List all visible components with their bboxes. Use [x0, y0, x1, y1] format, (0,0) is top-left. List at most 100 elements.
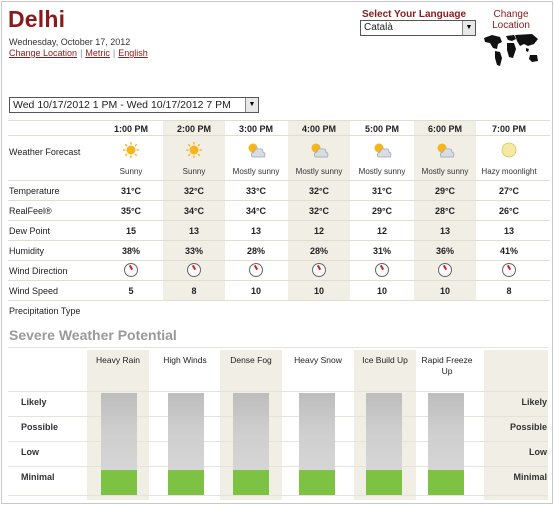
humidity-value: 31% — [372, 246, 391, 256]
dewpoint-value: 12 — [376, 226, 387, 236]
temperature-value: 31°C — [120, 186, 142, 196]
condition-text: Mostly sunny — [295, 167, 343, 176]
severe-weather-title: Severe Weather Potential — [9, 327, 177, 343]
wind-speed-value: 10 — [376, 286, 387, 296]
condition-text: Mostly sunny — [421, 167, 469, 176]
row-label-weather: Weather Forecast — [9, 147, 81, 157]
wind-direction-icon — [249, 263, 263, 277]
link-separator: | — [80, 48, 83, 58]
dropdown-arrow-icon[interactable]: ▼ — [245, 98, 258, 112]
time-header: 2:00 PM — [176, 124, 211, 134]
wind-speed-value: 10 — [439, 286, 450, 296]
row-label-temperature: Temperature — [9, 186, 60, 196]
time-header: 6:00 PM — [427, 124, 462, 134]
wind-direction-icon — [312, 263, 326, 277]
wind-direction-icon — [438, 263, 452, 277]
wind-direction-icon — [502, 263, 516, 277]
wind-speed-value: 5 — [128, 286, 134, 296]
severe-category-header: Dense Fog — [230, 355, 272, 365]
partly-sunny-icon — [437, 143, 455, 158]
realfeel-value: 29°C — [371, 206, 393, 216]
sun-icon — [123, 142, 139, 158]
condition-text: Mostly sunny — [232, 167, 280, 176]
level-label-minimal: Minimal — [21, 472, 55, 482]
level-label-low: Low — [21, 447, 39, 457]
weather-widget: Delhi Wednesday, October 17, 2012 Change… — [1, 1, 553, 504]
condition-text: Mostly sunny — [358, 167, 406, 176]
humidity-value: 33% — [184, 246, 203, 256]
language-label: Select Your Language — [362, 9, 467, 20]
humidity-value: 41% — [499, 246, 518, 256]
gauge-level-minimal — [428, 470, 464, 495]
severe-category-header: Heavy Rain — [96, 355, 140, 365]
level-label-low: Low — [529, 447, 547, 457]
wind-direction-icon — [375, 263, 389, 277]
metric-link[interactable]: Metric — [85, 48, 110, 58]
time-range-value: Wed 10/17/2012 1 PM - Wed 10/17/2012 7 P… — [13, 99, 231, 111]
realfeel-value: 32°C — [308, 206, 330, 216]
current-date: Wednesday, October 17, 2012 — [9, 37, 131, 47]
partly-sunny-icon — [374, 143, 392, 158]
time-header: 1:00 PM — [113, 124, 148, 134]
row-label-wind-direction: Wind Direction — [9, 266, 68, 276]
row-label-precipitation: Precipitation Type — [9, 306, 81, 316]
time-range-select[interactable]: Wed 10/17/2012 1 PM - Wed 10/17/2012 7 P… — [9, 97, 259, 113]
realfeel-value: 35°C — [120, 206, 142, 216]
temperature-value: 31°C — [371, 186, 393, 196]
temperature-value: 32°C — [308, 186, 330, 196]
row-label-dewpoint: Dew Point — [9, 226, 51, 236]
severe-category-header: Heavy Snow — [294, 355, 342, 365]
level-label-likely: Likely — [21, 397, 47, 407]
dewpoint-value: 12 — [313, 226, 324, 236]
gauge-level-minimal — [299, 470, 335, 495]
header-links: Change Location | Metric | English — [9, 48, 148, 58]
dewpoint-value: 13 — [503, 226, 514, 236]
dewpoint-value: 15 — [125, 226, 136, 236]
wind-speed-value: 8 — [506, 286, 512, 296]
dewpoint-value: 13 — [439, 226, 450, 236]
dewpoint-value: 13 — [188, 226, 199, 236]
partly-sunny-icon — [248, 143, 266, 158]
realfeel-value: 26°C — [498, 206, 520, 216]
time-header: 5:00 PM — [364, 124, 399, 134]
temperature-value: 33°C — [245, 186, 267, 196]
world-map-icon[interactable] — [480, 30, 542, 70]
link-separator: | — [112, 48, 116, 58]
wind-direction-icon — [187, 263, 201, 277]
english-link[interactable]: English — [118, 48, 148, 58]
gauge-level-minimal — [101, 470, 137, 495]
humidity-value: 36% — [435, 246, 454, 256]
wind-speed-value: 8 — [191, 286, 197, 296]
wind-speed-value: 10 — [250, 286, 261, 296]
temperature-value: 32°C — [183, 186, 205, 196]
row-label-wind-speed: Wind Speed — [9, 286, 59, 296]
condition-text: Hazy moonlight — [481, 167, 537, 176]
hazy-moon-icon — [501, 142, 517, 158]
row-label-humidity: Humidity — [9, 246, 45, 256]
temperature-value: 27°C — [498, 186, 520, 196]
gauge-level-minimal — [233, 470, 269, 495]
realfeel-value: 28°C — [434, 206, 456, 216]
humidity-value: 28% — [309, 246, 328, 256]
level-label-possible: Possible — [509, 422, 547, 432]
wind-speed-value: 10 — [313, 286, 324, 296]
time-header: 3:00 PM — [238, 124, 273, 134]
sun-icon — [186, 142, 202, 158]
humidity-value: 28% — [246, 246, 265, 256]
row-label-realfeel: RealFeel® — [9, 206, 52, 216]
condition-text: Sunny — [119, 167, 143, 176]
severe-category-header: Ice Build Up — [362, 355, 408, 365]
level-label-likely: Likely — [521, 397, 547, 407]
wind-direction-icon — [124, 263, 138, 277]
severe-category-header: High Winds — [163, 355, 207, 365]
realfeel-value: 34°C — [245, 206, 267, 216]
humidity-value: 38% — [121, 246, 140, 256]
time-header: 4:00 PM — [301, 124, 336, 134]
condition-text: Sunny — [182, 167, 206, 176]
gauge-level-minimal — [168, 470, 204, 495]
change-location-map-label[interactable]: Change Location — [486, 9, 536, 31]
dropdown-arrow-icon[interactable]: ▼ — [462, 21, 475, 35]
language-select[interactable]: Català ▼ — [360, 20, 476, 36]
gauge-level-minimal — [366, 470, 402, 495]
change-location-link[interactable]: Change Location — [9, 48, 77, 58]
